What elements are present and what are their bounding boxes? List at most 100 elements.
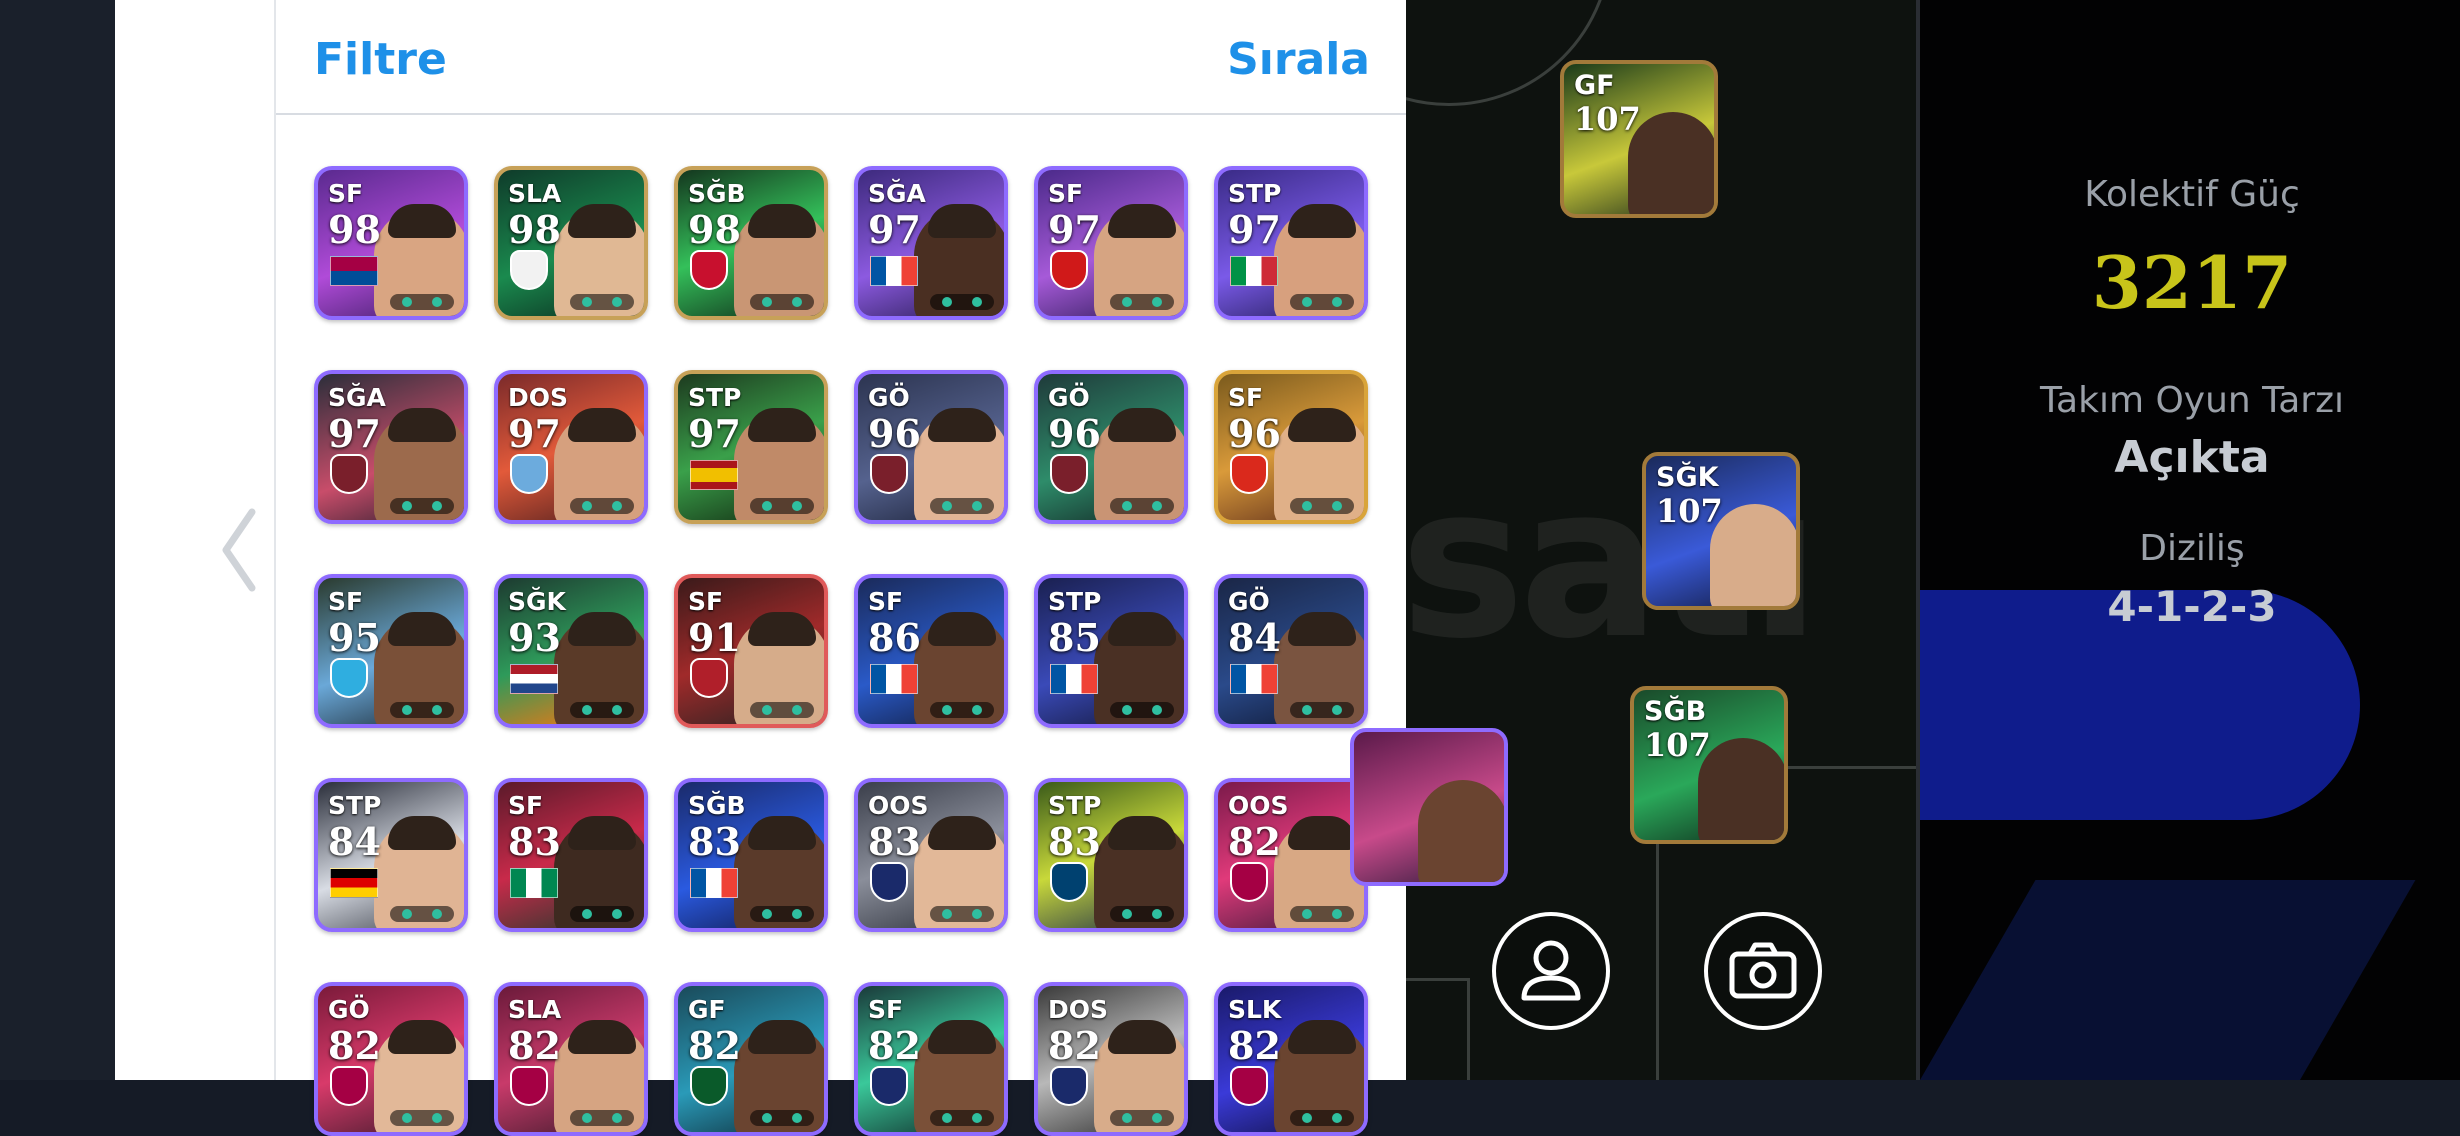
club-badge-icon: [330, 454, 368, 494]
player-card[interactable]: GÖ 96: [1034, 370, 1188, 524]
player-card[interactable]: STP 97: [1214, 166, 1368, 320]
player-rating: 107: [1656, 492, 1723, 530]
player-card[interactable]: SLK 82: [1214, 982, 1368, 1136]
club-badge-icon: [870, 454, 908, 494]
club-badge-icon: [690, 658, 728, 698]
player-position: STP: [328, 791, 382, 820]
skill-indicator-icon: [570, 294, 634, 310]
screenshot-button[interactable]: [1704, 912, 1822, 1030]
pitch-player-card[interactable]: SĞK 107: [1642, 452, 1800, 610]
player-position: STP: [1048, 791, 1102, 820]
player-card[interactable]: OOS 83: [854, 778, 1008, 932]
player-card[interactable]: SĞB 83: [674, 778, 828, 932]
nation-flag-icon: [1230, 664, 1278, 694]
nation-flag-icon: [1050, 664, 1098, 694]
player-rating: 84: [328, 819, 381, 864]
player-card[interactable]: DOS 82: [1034, 982, 1188, 1136]
player-card[interactable]: STP 83: [1034, 778, 1188, 932]
player-card[interactable]: OOS 82: [1214, 778, 1368, 932]
formation-label: Diziliş: [2139, 528, 2245, 569]
player-rating: 97: [328, 411, 381, 456]
player-card[interactable]: SĞB 98: [674, 166, 828, 320]
club-badge-icon: [1050, 862, 1088, 902]
player-position: GÖ: [868, 383, 910, 412]
player-rating: 98: [508, 207, 561, 252]
skill-indicator-icon: [390, 498, 454, 514]
player-portrait: [1710, 504, 1796, 606]
club-badge-icon: [690, 1066, 728, 1106]
player-position: SF: [328, 179, 364, 208]
pitch-player-card-partial[interactable]: [1350, 728, 1508, 886]
collective-power-value: 3217: [2091, 240, 2293, 325]
player-position: SLK: [1228, 995, 1282, 1024]
player-rating: 83: [688, 819, 741, 864]
skill-indicator-icon: [390, 294, 454, 310]
player-card[interactable]: GÖ 82: [314, 982, 468, 1136]
filter-button[interactable]: Filtre: [314, 34, 447, 85]
club-badge-icon: [1050, 454, 1088, 494]
pitch-player-card[interactable]: SĞB 107: [1630, 686, 1788, 844]
skill-indicator-icon: [750, 702, 814, 718]
sort-button[interactable]: Sırala: [1227, 34, 1370, 85]
player-card[interactable]: STP 97: [674, 370, 828, 524]
skill-indicator-icon: [390, 906, 454, 922]
formation-value: 4-1-2-3: [2107, 582, 2277, 631]
player-card[interactable]: DOS 97: [494, 370, 648, 524]
player-card[interactable]: STP 85: [1034, 574, 1188, 728]
player-position: GF: [1574, 70, 1615, 101]
player-card[interactable]: GÖ 84: [1214, 574, 1368, 728]
player-card[interactable]: GÖ 96: [854, 370, 1008, 524]
collective-power-label: Kolektif Güç: [2084, 174, 2300, 215]
player-position: SF: [328, 587, 364, 616]
player-position: GÖ: [1048, 383, 1090, 412]
player-card[interactable]: SF 83: [494, 778, 648, 932]
club-badge-icon: [1230, 1066, 1268, 1106]
player-rating: 82: [508, 1023, 561, 1068]
skill-indicator-icon: [750, 294, 814, 310]
club-badge-icon: [870, 1066, 908, 1106]
back-chevron-icon[interactable]: [210, 500, 270, 600]
panel-header: Filtre Sırala: [276, 0, 1408, 115]
player-position: OOS: [1228, 791, 1289, 820]
player-position: DOS: [508, 383, 569, 412]
player-rating: 98: [688, 207, 741, 252]
pitch-player-card[interactable]: GF 107: [1560, 60, 1718, 218]
player-rating: 83: [1048, 819, 1101, 864]
player-position: SLA: [508, 179, 562, 208]
player-profile-button[interactable]: [1492, 912, 1610, 1030]
skill-indicator-icon: [930, 498, 994, 514]
player-rating: 97: [508, 411, 561, 456]
player-rating: 97: [1048, 207, 1101, 252]
player-card[interactable]: SĞK 93: [494, 574, 648, 728]
skill-indicator-icon: [1110, 702, 1174, 718]
player-card[interactable]: SF 96: [1214, 370, 1368, 524]
skill-indicator-icon: [570, 906, 634, 922]
player-rating: 97: [868, 207, 921, 252]
player-card[interactable]: SĞA 97: [854, 166, 1008, 320]
player-card[interactable]: STP 84: [314, 778, 468, 932]
player-card[interactable]: SF 98: [314, 166, 468, 320]
player-position: SF: [868, 995, 904, 1024]
player-card[interactable]: SF 91: [674, 574, 828, 728]
player-card[interactable]: SF 97: [1034, 166, 1188, 320]
player-card[interactable]: SF 95: [314, 574, 468, 728]
player-rating: 96: [1228, 411, 1281, 456]
left-edge: [0, 0, 115, 1080]
player-position: GÖ: [328, 995, 370, 1024]
player-card[interactable]: GF 82: [674, 982, 828, 1136]
player-card[interactable]: SĞA 97: [314, 370, 468, 524]
decor-shape-dark: [1920, 880, 2416, 1080]
player-card[interactable]: SLA 82: [494, 982, 648, 1136]
player-rating: 82: [1228, 1023, 1281, 1068]
player-position: STP: [1048, 587, 1102, 616]
skill-indicator-icon: [930, 1110, 994, 1126]
player-card[interactable]: SLA 98: [494, 166, 648, 320]
player-position: STP: [1228, 179, 1282, 208]
player-position: SĞK: [1656, 462, 1719, 493]
player-portrait: [1698, 738, 1784, 840]
player-position: SĞB: [688, 791, 746, 820]
player-card[interactable]: SF 82: [854, 982, 1008, 1136]
player-card[interactable]: SF 86: [854, 574, 1008, 728]
playstyle-value: Açıkta: [2114, 432, 2270, 483]
player-rating: 91: [688, 615, 741, 660]
